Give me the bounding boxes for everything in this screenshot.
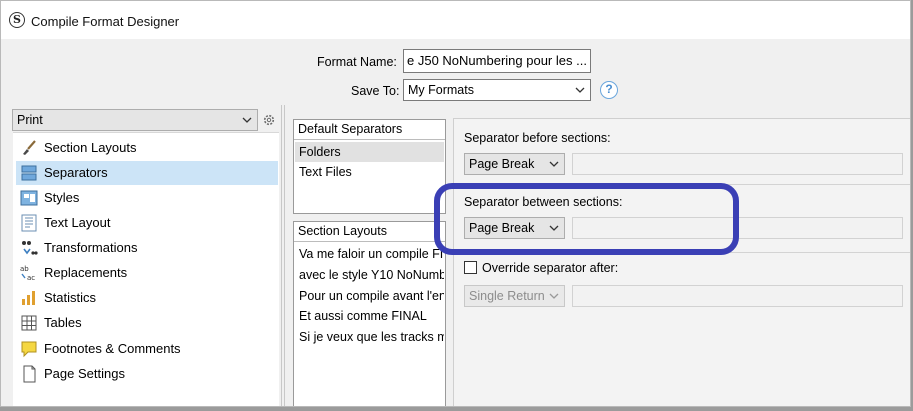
sidebar-item-label: Section Layouts [44,140,137,155]
section-layouts-list: Section Layouts Va me faloir un compile … [293,221,446,406]
list-item[interactable]: Pour un compile avant l'envoi [295,286,444,306]
sidebar-item-label: Styles [44,190,80,205]
compile-format-designer-window: S Compile Format Designer Format Name: e… [0,0,911,407]
styles-icon [20,190,38,206]
sidebar-item-footnotes-comments[interactable]: Footnotes & Comments [16,337,278,361]
gear-icon[interactable] [262,113,276,127]
chevron-down-icon [549,293,559,299]
override-separator-value: Single Return [469,289,545,303]
list-item[interactable]: Va me faloir un compile FINAL [295,244,444,264]
list-item[interactable]: Si je veux que les tracks mar [295,327,444,347]
separator-before-value: Page Break [469,157,535,171]
page-settings-icon [23,365,36,383]
override-separator-checkbox[interactable] [464,261,477,274]
save-to-select[interactable]: My Formats [403,79,591,101]
separator-before-label: Separator before sections: [464,131,611,145]
replacements-icon: abac [20,265,35,282]
sidebar-item-label: Replacements [44,265,128,280]
format-name-label: Format Name: [317,55,397,69]
sidebar-item-text-layout[interactable]: Text Layout [16,211,278,235]
sidebar-item-replacements[interactable]: ab ac Replacements [16,261,278,285]
svg-text:ac: ac [27,274,35,282]
format-name-input[interactable]: e J50 NoNumbering pour les ... [403,49,591,73]
list-item-folders[interactable]: Folders [295,142,444,162]
sidebar-item-label: Text Layout [44,215,111,230]
sidebar-item-statistics[interactable]: Statistics [16,286,278,310]
list-item[interactable]: avec le style Y10 NoNumbering [295,265,444,285]
save-to-value: My Formats [408,83,474,97]
highlight-annotation [434,183,739,255]
separator-before-select[interactable]: Page Break [464,153,565,175]
window-title: Compile Format Designer [31,14,180,29]
sidebar-item-transformations[interactable]: Transformations [16,236,278,260]
sidebar-item-label: Transformations [44,240,138,255]
brush-icon [23,140,36,155]
chevron-down-icon [575,87,585,93]
separators-icon [21,165,37,181]
sidebar-item-tables[interactable]: Tables [16,311,278,335]
save-to-label: Save To: [351,84,400,98]
panel-divider [284,105,285,406]
default-separators-header: Default Separators [294,120,445,140]
output-format-select[interactable]: Print [12,109,258,131]
override-separator-custom-field[interactable] [572,285,903,307]
sidebar-item-label: Page Settings [44,366,125,381]
list-item-text-files[interactable]: Text Files [295,162,444,182]
list-item[interactable]: Et aussi comme FINAL [295,306,444,326]
sidebar-item-label: Footnotes & Comments [44,341,181,356]
help-icon[interactable]: ? [600,81,618,99]
sidebar-item-styles[interactable]: Styles [16,186,278,210]
text-layout-icon [21,214,37,232]
override-separator-label: Override separator after: [482,261,619,275]
scrivener-app-icon: S [9,12,25,28]
svg-text:ab: ab [20,265,29,273]
sidebar-item-label: Separators [44,165,108,180]
panel-divider[interactable] [281,105,282,406]
title-bar: S Compile Format Designer [1,1,910,39]
sidebar-item-page-settings[interactable]: Page Settings [16,362,278,386]
override-separator-select[interactable]: Single Return [464,285,565,307]
sidebar: Section Layouts Separators Styles Text L… [13,132,279,406]
output-format-value: Print [17,113,43,127]
default-separators-list: Default Separators Folders Text Files [293,119,446,214]
chevron-down-icon [549,161,559,167]
sidebar-item-separators[interactable]: Separators [16,161,278,185]
sidebar-item-label: Tables [44,315,82,330]
chevron-down-icon [242,117,252,123]
tables-icon [21,315,37,331]
sidebar-item-section-layouts[interactable]: Section Layouts [16,136,278,160]
statistics-icon [22,291,35,305]
sidebar-item-label: Statistics [44,290,97,305]
transformations-icon [22,241,38,255]
footnotes-icon [21,341,37,358]
section-layouts-header: Section Layouts [294,222,445,242]
separator-before-custom-field[interactable] [572,153,903,175]
